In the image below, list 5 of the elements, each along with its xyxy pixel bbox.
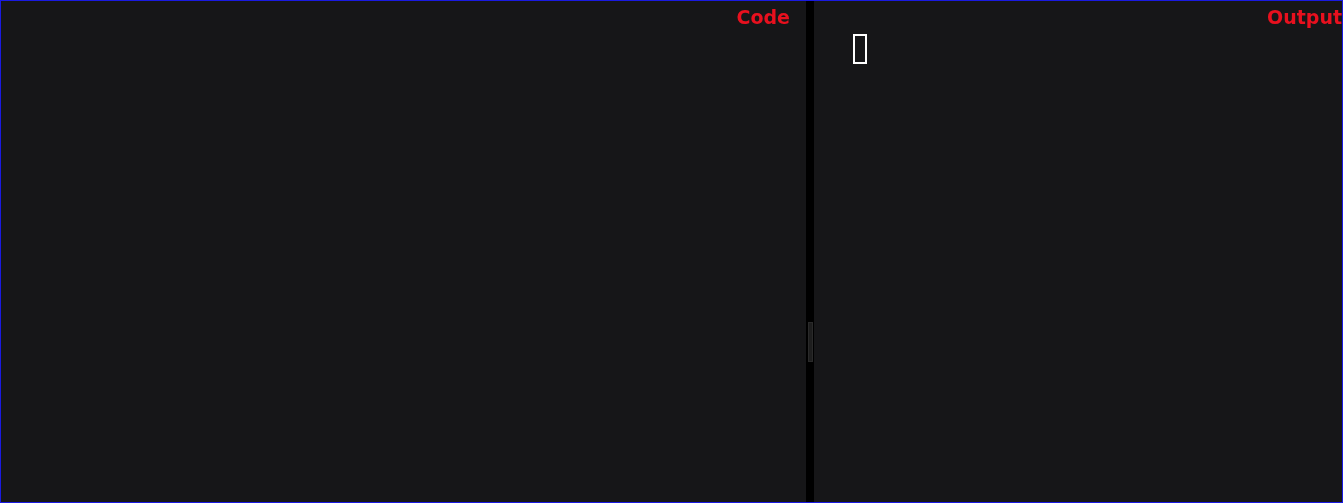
- splitter-handle[interactable]: [807, 321, 813, 362]
- panel-label: Output: [1267, 5, 1342, 28]
- panel-label: Code: [736, 5, 791, 28]
- splitter[interactable]: [806, 1, 814, 502]
- missing-glyph-icon: [853, 34, 867, 64]
